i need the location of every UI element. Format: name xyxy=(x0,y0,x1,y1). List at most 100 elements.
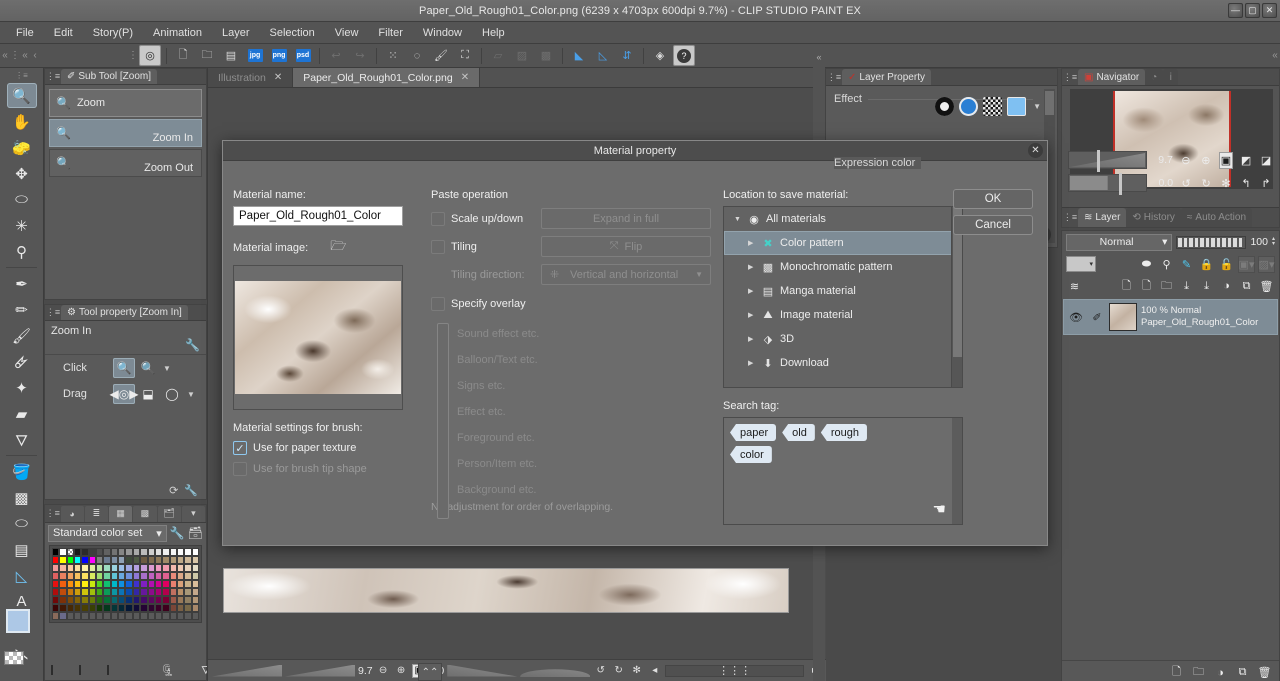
color-pattern-icon: ✖ xyxy=(763,237,773,250)
specify-overlay-row[interactable]: Specify overlay xyxy=(431,297,721,311)
expand-in-full-label: Expand in full xyxy=(592,212,660,225)
location-and-tags-column: Location to save material: ▼ ◉ All mater… xyxy=(723,189,971,525)
flip-button[interactable]: ⤧ Flip xyxy=(541,236,711,257)
tree-node-label: 3D xyxy=(780,333,795,345)
tag-old[interactable]: old xyxy=(782,424,815,441)
cancel-button[interactable]: Cancel xyxy=(953,215,1033,235)
chevron-right-icon[interactable]: ▶ xyxy=(748,359,756,367)
tree-node-manga-material[interactable]: ▶ ▤ Manga material xyxy=(724,279,962,303)
tiling-direction-value: Vertical and horizontal xyxy=(570,268,679,281)
search-tag-label: Search tag: xyxy=(723,400,780,412)
material-info-column: Material name: Paper_Old_Rough01_Color M… xyxy=(233,189,415,476)
tree-node-label: Image material xyxy=(780,309,853,321)
tiling-checkbox[interactable] xyxy=(431,239,445,254)
chevron-right-icon[interactable]: ▶ xyxy=(748,263,756,271)
tag-color[interactable]: color xyxy=(730,446,772,463)
tag-row-2: color xyxy=(730,446,956,463)
brush-settings-label: Material settings for brush: xyxy=(233,422,363,434)
paste-operation-label: Paste operation xyxy=(431,189,509,201)
scale-updown-check-group[interactable]: Scale up/down xyxy=(431,211,541,226)
tree-node-download[interactable]: ▶ ⬇ Download xyxy=(724,351,962,375)
tiling-label: Tiling xyxy=(451,240,477,253)
chevron-right-icon[interactable]: ▶ xyxy=(748,287,756,295)
three-d-icon: ⬗ xyxy=(763,333,773,346)
search-tag-scrollbar[interactable] xyxy=(952,418,962,524)
download-icon: ⬇ xyxy=(763,357,773,370)
overlay-item-background[interactable]: Background etc. xyxy=(457,477,721,503)
chevron-right-icon[interactable]: ▶ xyxy=(748,311,756,319)
location-tree[interactable]: ▼ ◉ All materials ▶ ✖ Color pattern ▶ ▩ xyxy=(723,206,963,388)
tree-node-label: Color pattern xyxy=(780,237,844,249)
overlay-item-sound-effect[interactable]: Sound effect etc. xyxy=(457,321,721,347)
scale-updown-label: Scale up/down xyxy=(451,212,524,225)
specify-overlay-checkbox[interactable] xyxy=(431,297,445,311)
open-folder-icon[interactable]: 🗁 xyxy=(330,237,346,259)
material-name-label: Material name: xyxy=(233,189,306,201)
tree-node-label: All materials xyxy=(766,213,826,225)
tiling-direction-label: Tiling direction: xyxy=(451,268,525,281)
tiling-direction-icon: ⁜ xyxy=(550,269,560,281)
overlay-order-slider[interactable] xyxy=(437,323,449,519)
overlay-item-balloon-text[interactable]: Balloon/Text etc. xyxy=(457,347,721,373)
specify-overlay-label: Specify overlay xyxy=(451,298,526,310)
overlay-item-signs[interactable]: Signs etc. xyxy=(457,373,721,399)
use-for-paper-texture-checkbox[interactable]: ✓ xyxy=(233,441,247,455)
manga-material-icon: ▤ xyxy=(762,285,774,298)
checkbox-row-brush-tip[interactable]: Use for brush tip shape xyxy=(233,462,415,476)
chevron-down-icon[interactable]: ▼ xyxy=(734,216,742,223)
use-for-brush-tip-checkbox[interactable] xyxy=(233,462,247,476)
tag-row-1: paper old rough xyxy=(730,424,956,441)
tree-node-image-material[interactable]: ▶ ⛰ Image material xyxy=(724,303,962,327)
flip-label: Flip xyxy=(624,240,643,253)
dialog-button-group: OK Cancel xyxy=(953,189,1033,241)
search-tag-box[interactable]: paper old rough color ☚ xyxy=(723,417,963,525)
tree-node-color-pattern[interactable]: ▶ ✖ Color pattern xyxy=(724,231,962,255)
tree-node-monochromatic-pattern[interactable]: ▶ ▩ Monochromatic pattern xyxy=(724,255,962,279)
tiling-direction-row: Tiling direction: ⁜ Vertical and horizon… xyxy=(431,264,721,285)
hand-cursor-icon: ☚ xyxy=(932,501,946,518)
checkbox-row-paper-texture[interactable]: ✓ Use for paper texture xyxy=(233,441,415,455)
ok-button[interactable]: OK xyxy=(953,189,1033,209)
paste-operation-column: Paste operation Scale up/down Expand in … xyxy=(431,189,721,519)
tree-node-all-materials[interactable]: ▼ ◉ All materials xyxy=(724,207,962,231)
chevron-right-icon[interactable]: ▶ xyxy=(748,239,756,247)
modal-overlay: Material property ✕ Material name: Paper… xyxy=(0,0,1280,681)
material-texture-image xyxy=(235,281,401,394)
tree-node-3d[interactable]: ▶ ⬗ 3D xyxy=(724,327,962,351)
tree-node-label: Monochromatic pattern xyxy=(780,261,893,273)
monochromatic-pattern-icon: ▩ xyxy=(762,261,774,274)
clip-studio-paint-window: Paper_Old_Rough01_Color.png (6239 x 4703… xyxy=(0,0,1280,681)
dialog-body: Material name: Paper_Old_Rough01_Color M… xyxy=(223,161,1047,547)
use-for-paper-texture-label: Use for paper texture xyxy=(253,442,357,454)
tiling-row: Tiling ⤧ Flip xyxy=(431,236,721,257)
tiling-check-group[interactable]: Tiling xyxy=(431,239,541,254)
tiling-direction-dropdown[interactable]: ⁜ Vertical and horizontal ▼ xyxy=(541,264,711,285)
dialog-title: Material property xyxy=(593,144,677,157)
radio-icon: ◉ xyxy=(749,213,759,226)
dialog-title-bar: Material property ✕ xyxy=(223,141,1047,161)
overlay-item-person-item[interactable]: Person/Item etc. xyxy=(457,451,721,477)
chevron-down-icon: ▼ xyxy=(695,270,703,279)
tiling-direction-label-group: Tiling direction: xyxy=(431,269,541,281)
effect-label: Effect xyxy=(834,93,868,105)
material-image-row: Material image: 🗁 xyxy=(233,237,415,259)
material-property-dialog: Material property ✕ Material name: Paper… xyxy=(222,140,1048,546)
material-name-input[interactable]: Paper_Old_Rough01_Color xyxy=(233,206,403,226)
chevron-right-icon[interactable]: ▶ xyxy=(748,335,756,343)
tag-paper[interactable]: paper xyxy=(730,424,777,441)
scale-updown-checkbox[interactable] xyxy=(431,211,445,226)
overlay-item-effect[interactable]: Effect etc. xyxy=(457,399,721,425)
close-icon[interactable]: ✕ xyxy=(1028,143,1043,158)
expression-color-label: Expression color xyxy=(834,157,922,169)
tree-node-label: Manga material xyxy=(780,285,856,297)
scale-updown-row: Scale up/down Expand in full xyxy=(431,208,721,229)
overlay-order-list: Sound effect etc. Balloon/Text etc. Sign… xyxy=(431,321,721,519)
material-image-preview[interactable] xyxy=(233,265,403,410)
use-for-brush-tip-label: Use for brush tip shape xyxy=(253,463,367,475)
location-label: Location to save material: xyxy=(723,189,849,201)
expand-in-full-button[interactable]: Expand in full xyxy=(541,208,711,229)
overlay-item-foreground[interactable]: Foreground etc. xyxy=(457,425,721,451)
image-material-icon: ⛰ xyxy=(763,308,773,321)
flip-icon: ⤧ xyxy=(609,240,619,252)
tag-rough[interactable]: rough xyxy=(820,424,867,441)
